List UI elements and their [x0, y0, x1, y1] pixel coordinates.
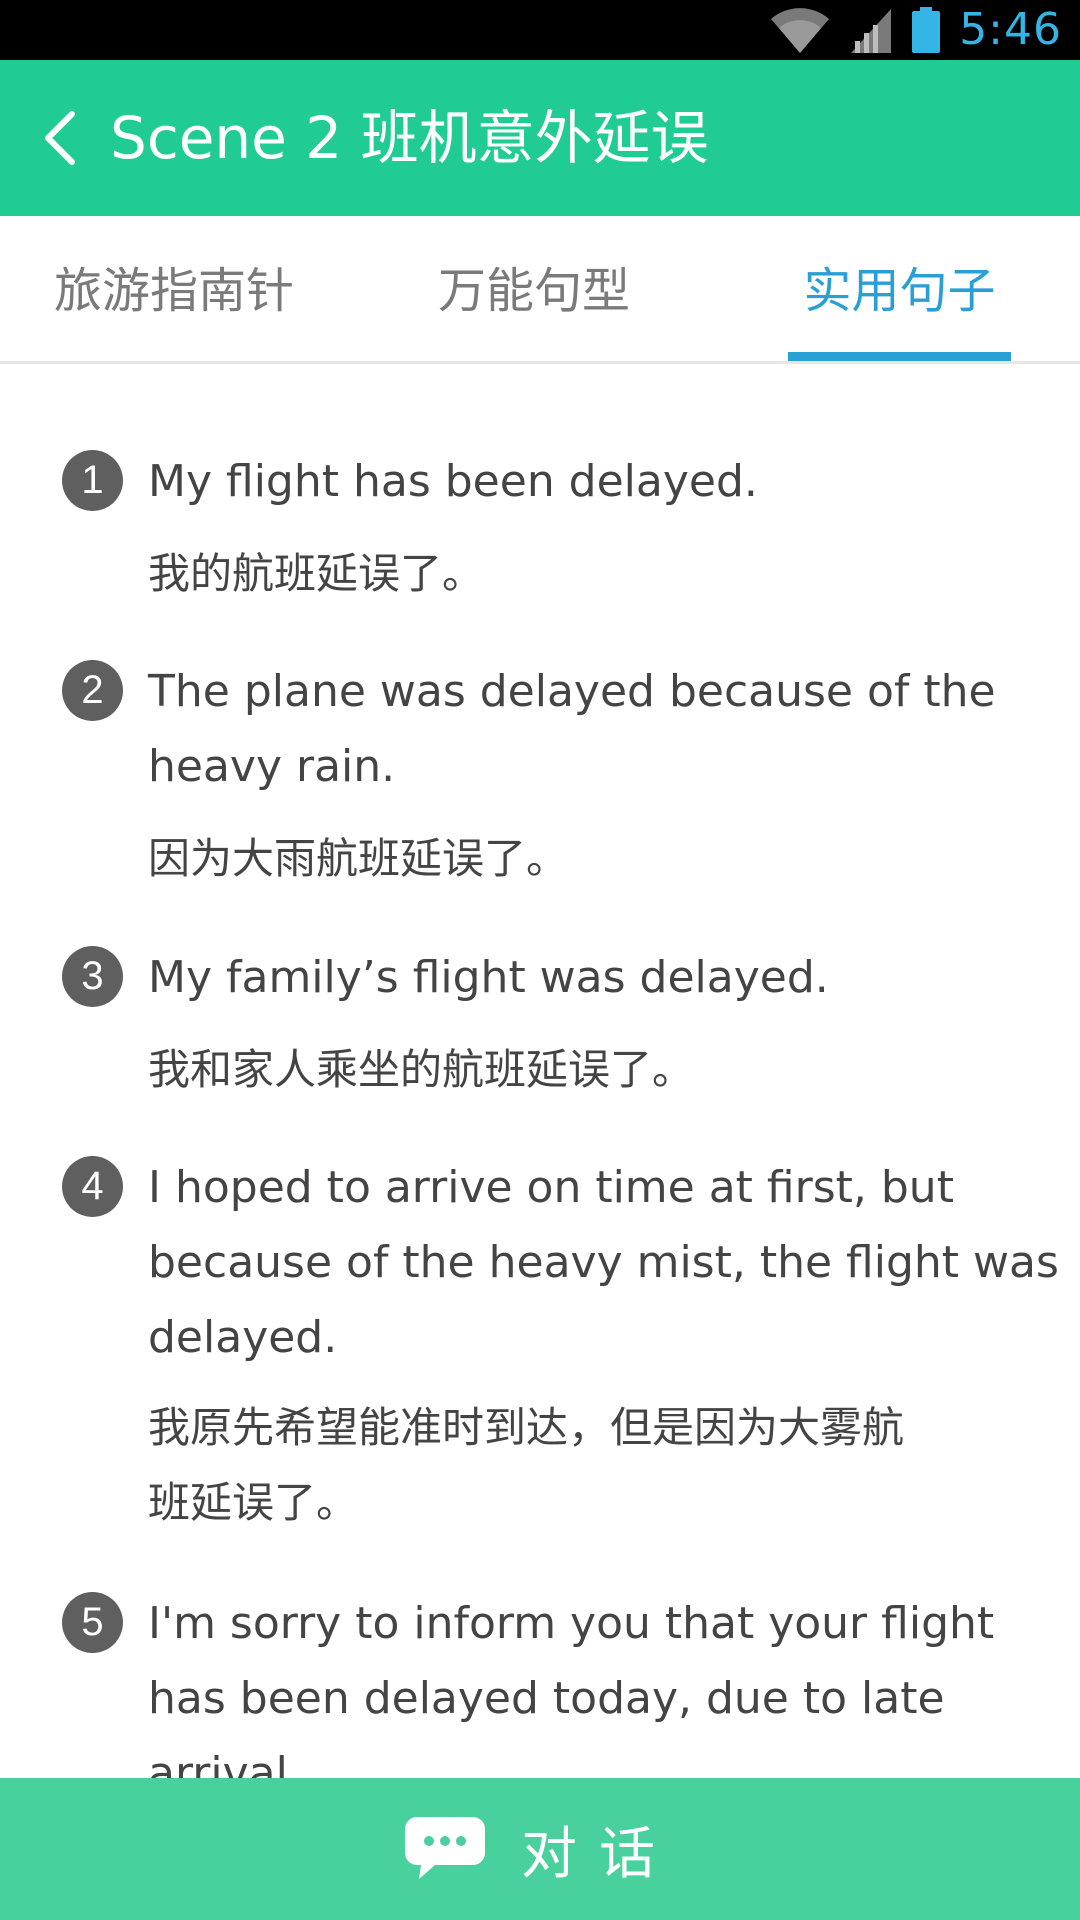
dialog-button[interactable]: 对话 — [0, 1778, 1080, 1920]
tab-practical-sentences[interactable]: 实用句子 — [788, 216, 1011, 361]
chinese-line: 班延误了。 — [148, 1478, 359, 1527]
english-line: I hoped to arrive on time at first, but — [148, 1162, 954, 1213]
tab-label: 万能句型 — [438, 263, 631, 319]
number-badge: 5 — [62, 1592, 123, 1653]
dialog-label: 对话 — [521, 1821, 677, 1887]
english-sentence: My family’s flight was delayed. — [148, 940, 1028, 1015]
page-title: Scene 2 班机意外延误 — [110, 104, 709, 172]
signal-icon — [851, 9, 892, 53]
number-badge: 1 — [62, 450, 123, 511]
chinese-line: 我的航班延误了。 — [148, 549, 485, 598]
english-line: because of the heavy mist, the flight wa… — [148, 1237, 1059, 1288]
english-line: The plane was delayed because of the — [148, 666, 996, 717]
status-icons: 5:46 — [769, 0, 1062, 60]
chinese-line: 我和家人乘坐的航班延误了。 — [148, 1045, 695, 1094]
chat-bubble-icon — [405, 1817, 485, 1879]
english-sentence: I'm sorry to inform you that your flight… — [148, 1586, 1028, 1778]
english-line: My family’s flight was delayed. — [148, 952, 829, 1003]
chevron-left-icon — [45, 111, 75, 165]
chinese-translation: 我和家人乘坐的航班延误了。 — [148, 1032, 1028, 1107]
tab-travel-compass[interactable]: 旅游指南针 — [54, 216, 294, 361]
english-line: My flight has been delayed. — [148, 456, 758, 507]
english-line: has been delayed today, due to late — [148, 1673, 945, 1724]
back-button[interactable] — [10, 60, 110, 216]
chinese-line: 因为大雨航班延误了。 — [148, 834, 569, 883]
chinese-line: 我原先希望能准时到达，但是因为大雾航 — [148, 1403, 905, 1452]
tab-bar: 旅游指南针 万能句型 实用句子 — [0, 216, 1080, 364]
battery-icon — [912, 7, 941, 53]
english-line: delayed. — [148, 1312, 338, 1363]
number-badge: 3 — [62, 946, 123, 1007]
english-sentence: My flight has been delayed. — [148, 444, 1028, 519]
english-line: I'm sorry to inform you that your flight — [148, 1598, 995, 1649]
chinese-translation: 我原先希望能准时到达，但是因为大雾航 班延误了。 — [148, 1390, 1028, 1540]
tab-label: 实用句子 — [803, 263, 996, 319]
number-badge: 2 — [62, 660, 123, 721]
english-line: arrival. — [148, 1748, 302, 1778]
status-bar: 5:46 — [0, 0, 1080, 60]
tab-universal-patterns[interactable]: 万能句型 — [438, 216, 630, 361]
wifi-icon — [771, 8, 830, 53]
tab-active-indicator — [788, 352, 1011, 361]
app-bar: Scene 2 班机意外延误 — [0, 60, 1080, 216]
chinese-translation: 因为大雨航班延误了。 — [148, 821, 1028, 896]
sentence-list[interactable]: 1 My flight has been delayed. 我的航班延误了。 2… — [0, 364, 1080, 1778]
number-badge: 4 — [62, 1156, 123, 1217]
english-sentence: The plane was delayed because of the hea… — [148, 654, 1028, 804]
tab-label: 旅游指南针 — [54, 263, 295, 319]
status-time: 5:46 — [959, 4, 1062, 55]
english-line: heavy rain. — [148, 741, 396, 792]
chinese-translation: 我的航班延误了。 — [148, 536, 1028, 611]
english-sentence: I hoped to arrive on time at first, but … — [148, 1150, 1059, 1375]
